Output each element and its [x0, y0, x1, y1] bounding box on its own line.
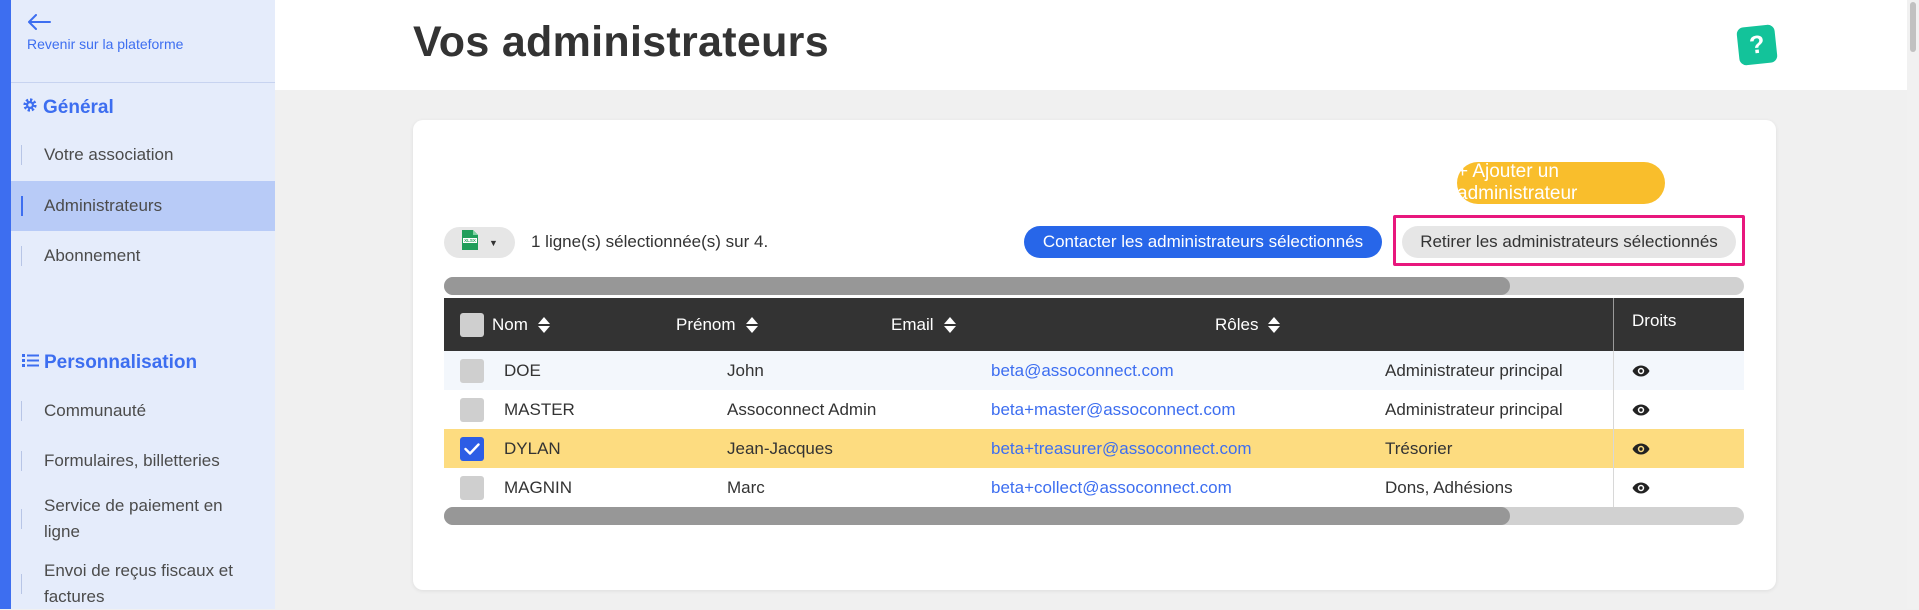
- table-scrollbar-top[interactable]: [444, 277, 1744, 295]
- row-checkbox-checked[interactable]: [460, 436, 484, 461]
- table-header: Nom Prénom Email Rôles Droits: [444, 298, 1744, 351]
- header-select-all[interactable]: [460, 298, 484, 351]
- table-row[interactable]: MAGNIN Marc beta+collect@assoconnect.com…: [444, 468, 1744, 507]
- sidebar-item-label: Formulaires, billetteries: [44, 451, 220, 470]
- cell-email-link[interactable]: beta+collect@assoconnect.com: [991, 468, 1232, 507]
- back-label: Revenir sur la plateforme: [27, 36, 184, 52]
- eye-icon[interactable]: [1632, 482, 1650, 494]
- sidebar-item-association[interactable]: Votre association: [11, 142, 275, 168]
- xlsx-file-icon: XLSX: [461, 229, 479, 256]
- sidebar-item-label: Communauté: [44, 401, 147, 420]
- sidebar-divider: [11, 82, 275, 83]
- select-all-checkbox[interactable]: [460, 312, 484, 337]
- sidebar-accent-strip: [0, 0, 11, 609]
- remove-selected-button[interactable]: Retirer les administrateurs sélectionnés: [1402, 226, 1736, 258]
- sidebar-item-communaute[interactable]: Communauté: [11, 398, 275, 424]
- cell-prenom: John: [727, 360, 764, 380]
- cell-roles: Dons, Adhésions: [1385, 477, 1513, 497]
- cell-nom: DOE: [504, 360, 541, 380]
- header-prenom[interactable]: Prénom: [676, 298, 759, 351]
- contact-selected-button[interactable]: Contacter les administrateurs sélectionn…: [1024, 226, 1382, 258]
- cell-roles: Trésorier: [1385, 438, 1453, 458]
- table-scrollbar-bottom[interactable]: [444, 507, 1744, 525]
- header-email-label: Email: [891, 314, 934, 334]
- svg-text:XLSX: XLSX: [464, 238, 476, 243]
- page-title: Vos administrateurs: [413, 18, 829, 66]
- sort-icon[interactable]: [943, 316, 957, 334]
- section-general: Général: [22, 97, 114, 119]
- sidebar-item-paiement[interactable]: Service de paiement en ligne: [11, 493, 275, 545]
- header-droits: Droits: [1632, 298, 1676, 344]
- help-icon: ?: [1747, 29, 1767, 60]
- sort-icon[interactable]: [1267, 316, 1281, 334]
- header-roles[interactable]: Rôles: [1215, 298, 1281, 351]
- table-scrollbar-thumb[interactable]: [444, 507, 1510, 525]
- sidebar-item-label: Service de paiement en ligne: [44, 496, 223, 541]
- header-prenom-label: Prénom: [676, 314, 736, 334]
- section-personnalisation: Personnalisation: [22, 352, 197, 374]
- cell-email-link[interactable]: beta+treasurer@assoconnect.com: [991, 429, 1252, 468]
- eye-icon[interactable]: [1632, 365, 1650, 377]
- row-checkbox[interactable]: [460, 397, 484, 422]
- sidebar-item-label: Envoi de reçus fiscaux et factures: [44, 561, 233, 606]
- header-email[interactable]: Email: [891, 298, 957, 351]
- check-icon: [464, 442, 480, 455]
- table-row[interactable]: MASTER Assoconnect Admin beta+master@ass…: [444, 390, 1744, 429]
- table-scrollbar-thumb[interactable]: [444, 277, 1510, 295]
- row-checkbox[interactable]: [460, 475, 484, 500]
- cell-prenom: Assoconnect Admin: [727, 399, 877, 419]
- table-row[interactable]: DOE John beta@assoconnect.com Administra…: [444, 351, 1744, 390]
- administrators-card: + Ajouter un administrateur XLSX ▼ 1 lig…: [413, 120, 1776, 590]
- administrators-table: Nom Prénom Email Rôles Droits DOE John b…: [444, 298, 1744, 507]
- column-divider: [1613, 298, 1614, 351]
- sidebar-item-label: Votre association: [44, 145, 174, 164]
- cell-nom: DYLAN: [504, 438, 561, 458]
- export-dropdown-button[interactable]: XLSX ▼: [444, 227, 515, 258]
- back-to-platform-link[interactable]: Revenir sur la plateforme: [27, 14, 183, 52]
- list-icon: [22, 352, 39, 374]
- gear-icon: [22, 97, 38, 119]
- sidebar: Revenir sur la plateforme Général Votre …: [11, 0, 275, 609]
- chevron-down-icon: ▼: [489, 237, 498, 248]
- sidebar-item-label: Abonnement: [44, 246, 141, 265]
- eye-icon[interactable]: [1632, 443, 1650, 455]
- cell-roles: Administrateur principal: [1385, 399, 1563, 419]
- section-general-title: Général: [43, 97, 114, 118]
- cell-email-link[interactable]: beta+master@assoconnect.com: [991, 390, 1236, 429]
- page-scrollbar[interactable]: [1907, 0, 1919, 609]
- sort-icon[interactable]: [745, 316, 759, 334]
- cell-nom: MAGNIN: [504, 477, 572, 497]
- eye-icon[interactable]: [1632, 404, 1650, 416]
- row-checkbox[interactable]: [460, 358, 484, 383]
- header-roles-label: Rôles: [1215, 314, 1259, 334]
- page-scrollbar-thumb[interactable]: [1910, 2, 1916, 52]
- header-nom-label: Nom: [492, 314, 528, 334]
- sidebar-item-label: Administrateurs: [44, 196, 163, 215]
- header-nom[interactable]: Nom: [492, 298, 551, 351]
- arrow-left-icon: [27, 14, 183, 30]
- sidebar-item-administrateurs[interactable]: Administrateurs: [11, 181, 275, 231]
- sidebar-item-recus[interactable]: Envoi de reçus fiscaux et factures: [11, 558, 275, 610]
- section-personnalisation-title: Personnalisation: [44, 352, 198, 373]
- cell-roles: Administrateur principal: [1385, 360, 1563, 380]
- cell-prenom: Jean-Jacques: [727, 438, 833, 458]
- cell-prenom: Marc: [727, 477, 765, 497]
- table-row-selected[interactable]: DYLAN Jean-Jacques beta+treasurer@assoco…: [444, 429, 1744, 468]
- sidebar-item-formulaires[interactable]: Formulaires, billetteries: [11, 448, 275, 474]
- sidebar-item-abonnement[interactable]: Abonnement: [11, 243, 275, 269]
- header-droits-label: Droits: [1632, 311, 1677, 330]
- sort-icon[interactable]: [537, 316, 551, 334]
- cell-email-link[interactable]: beta@assoconnect.com: [991, 351, 1174, 390]
- help-button[interactable]: ?: [1736, 24, 1778, 66]
- selection-count: 1 ligne(s) sélectionnée(s) sur 4.: [531, 232, 769, 251]
- cell-nom: MASTER: [504, 399, 575, 419]
- add-administrator-button[interactable]: + Ajouter un administrateur: [1457, 161, 1665, 204]
